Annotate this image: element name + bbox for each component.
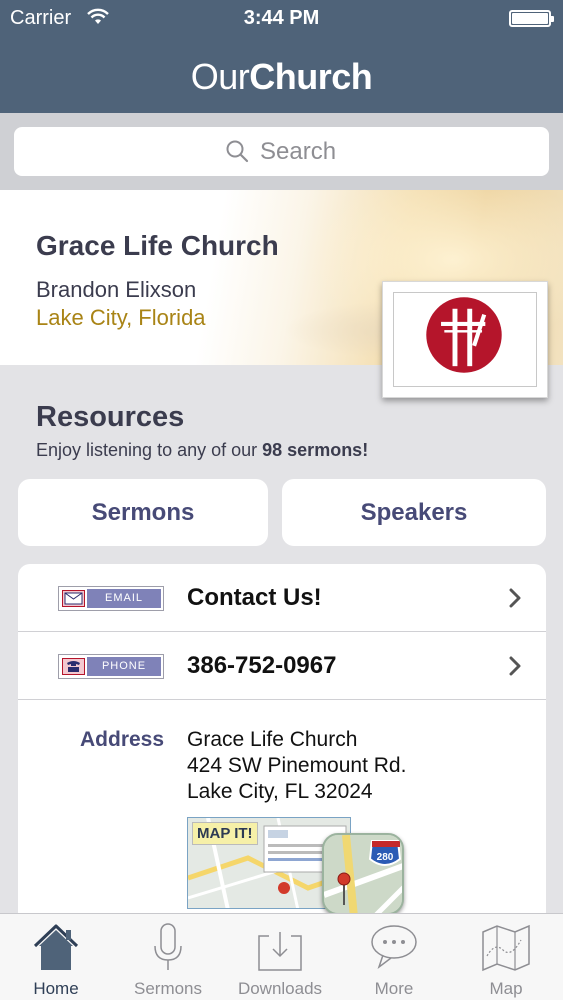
resources-title: Resources (36, 401, 185, 433)
battery-icon (509, 10, 554, 27)
resources-subtitle: Enjoy listening to any of our 98 sermons… (36, 440, 368, 461)
email-badge-label: EMAIL (87, 589, 161, 608)
address-label: Address (80, 728, 165, 751)
chat-bubble-icon (371, 925, 417, 970)
pastor-name: Brandon Elixson (36, 277, 197, 302)
contact-card: EMAIL Contact Us! PHONE 386-752-0967 Add… (18, 564, 546, 924)
tab-home[interactable]: Home (0, 914, 112, 1000)
app-title: OurChurch (0, 56, 563, 98)
email-badge: EMAIL (58, 586, 164, 611)
map-it-label: MAP IT! (192, 822, 258, 845)
home-icon (33, 924, 79, 970)
maps-app-icon[interactable]: 280 (322, 833, 404, 915)
phone-badge: PHONE (58, 654, 164, 679)
tab-bar: Home Sermons Downloads More Map (0, 913, 563, 1000)
phone-number: 386-752-0967 (187, 652, 337, 679)
download-icon (258, 932, 302, 971)
cross-logo-icon (426, 297, 502, 373)
address-line: 424 SW Pinemount Rd. (187, 754, 407, 777)
speakers-button[interactable]: Speakers (282, 479, 546, 546)
status-bar: Carrier 3:44 PM (0, 0, 563, 38)
highway-shield-number: 280 (377, 852, 394, 863)
tab-label: Sermons (133, 979, 203, 998)
tab-label: Home (33, 979, 79, 998)
tab-label: Map (489, 979, 523, 998)
chevron-right-icon (509, 656, 521, 676)
maps-app-graphic-icon: 280 (324, 835, 402, 913)
search-placeholder: Search (260, 138, 337, 165)
search-bar: Search (0, 113, 563, 190)
microphone-icon (154, 923, 182, 970)
resources-subtitle-text: Enjoy listening to any of our (36, 440, 263, 460)
church-location: Lake City, Florida (36, 305, 206, 330)
nav-bar: Carrier 3:44 PM OurChurch (0, 0, 563, 113)
phone-icon (62, 658, 85, 675)
tab-downloads[interactable]: Downloads (224, 914, 336, 1000)
sermon-count: 98 sermons! (262, 440, 369, 460)
email-row[interactable]: EMAIL Contact Us! (18, 564, 546, 632)
church-logo (382, 281, 548, 398)
tab-label: Downloads (237, 979, 323, 998)
tab-sermons[interactable]: Sermons (112, 914, 224, 1000)
tab-more[interactable]: More (338, 914, 450, 1000)
tab-label: More (374, 979, 414, 998)
search-icon (226, 140, 249, 163)
tab-map[interactable]: Map (450, 914, 562, 1000)
address-line: Lake City, FL 32024 (187, 780, 373, 803)
phone-badge-label: PHONE (87, 657, 161, 676)
envelope-icon (62, 590, 85, 607)
phone-row[interactable]: PHONE 386-752-0967 (18, 632, 546, 700)
church-name: Grace Life Church (36, 230, 279, 261)
chevron-right-icon (509, 588, 521, 608)
map-icon (482, 924, 530, 972)
app-title-light: Our (190, 56, 250, 97)
clock-label: 3:44 PM (243, 7, 320, 29)
search-input[interactable]: Search (14, 127, 549, 176)
app-title-bold: Church (249, 56, 373, 97)
contact-us-label: Contact Us! (187, 584, 322, 611)
address-line: Grace Life Church (187, 728, 358, 751)
sermons-button[interactable]: Sermons (18, 479, 268, 546)
